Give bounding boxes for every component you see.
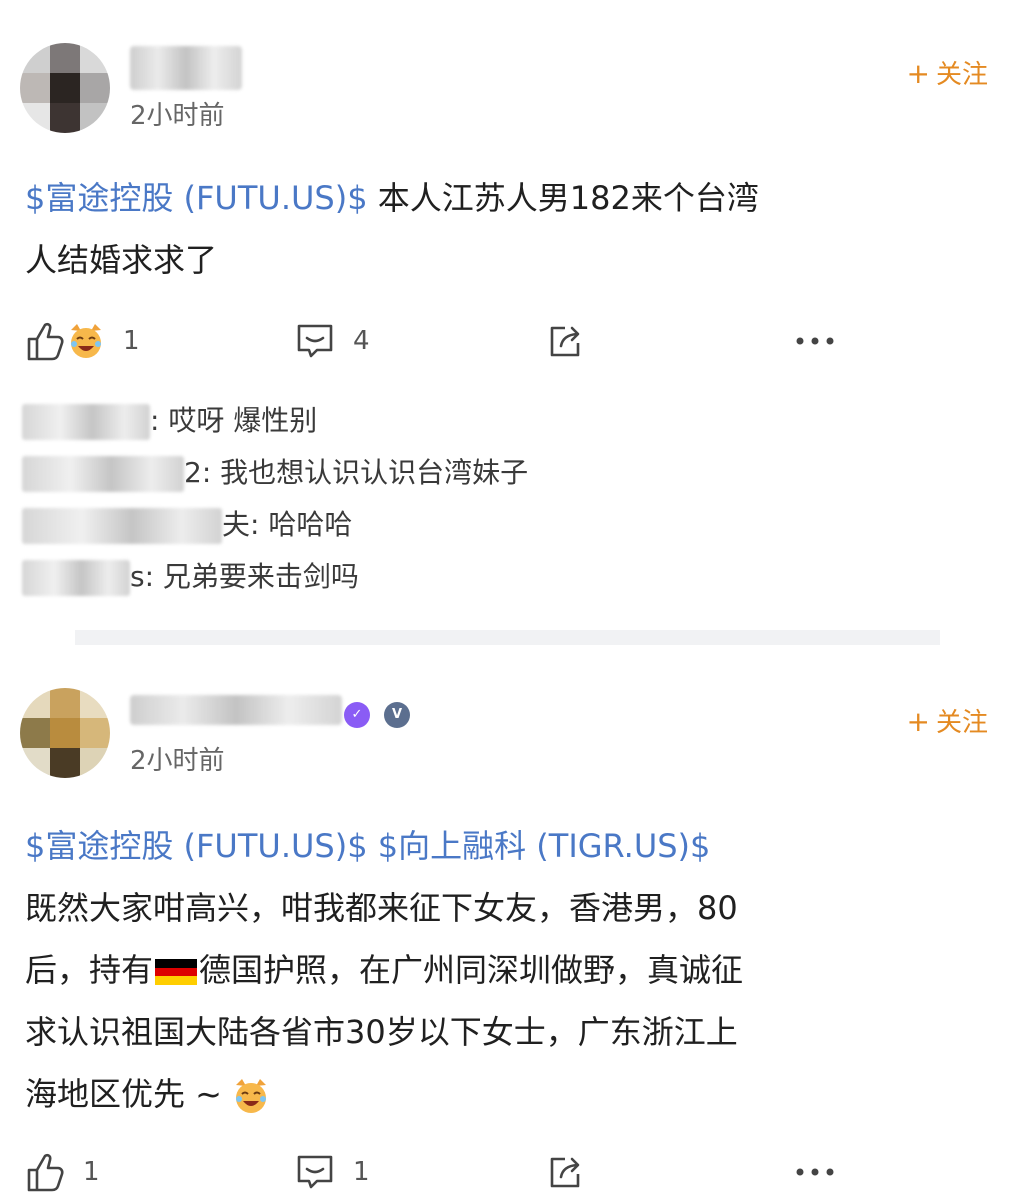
commenter-name-tail: s [130,560,145,593]
thumbs-up-icon [27,1153,64,1192]
like-button[interactable]: 1 [25,316,140,366]
user-avatar[interactable] [20,688,110,778]
username-blurred[interactable] [130,46,242,90]
share-icon [550,1157,580,1188]
follow-button[interactable]: + 关注 [907,702,988,739]
stock-tag-link[interactable]: $富途控股 (FUTU.US)$ [25,179,368,217]
user-avatar[interactable] [20,43,110,133]
commenter-name-blurred [22,456,184,492]
laughing-cat-emoji-icon [71,324,101,358]
plus-icon: + [906,57,930,90]
comment-text: : 哎呀 爆性别 [150,404,318,437]
laughing-cat-emoji-icon [236,1079,267,1113]
like-count: 1 [83,1157,100,1187]
verified-badge-icon: ✓ [344,702,370,728]
comment-bubble-icon [297,1155,333,1189]
post-text-line: 后，持有 [25,951,154,989]
vip-badge-icon: V [384,702,410,728]
post-text-line: 求认识祖国大陆各省市30岁以下女士，广东浙江上 [25,1013,738,1051]
feed-page: 2小时前 + 关注 $富途控股 (FUTU.US)$ 本人江苏人男182来个台湾 … [0,0,1023,1200]
follow-label: 关注 [935,60,988,90]
comment-text: : 哈哈哈 [250,508,353,541]
post-timestamp: 2小时前 [130,101,225,131]
germany-flag-icon [155,959,198,985]
stock-tag-link[interactable]: $向上融科 (TIGR.US)$ [378,827,711,865]
comment-count: 4 [353,326,370,356]
more-dots-icon [796,1168,834,1176]
comment-button[interactable]: 4 [295,316,370,366]
commenter-name-blurred [22,508,222,544]
post-text-line: 海地区优先 ~ [25,1075,222,1113]
username-blurred[interactable] [130,695,342,725]
like-count: 1 [123,326,140,356]
comment-text: : 兄弟要来击剑吗 [144,560,359,593]
post-text-line: 本人江苏人男182来个台湾 [367,179,759,217]
comment-item[interactable]: 夫: 哈哈哈 [22,499,842,551]
follow-label: 关注 [935,708,988,738]
more-dots-icon [796,337,834,345]
post-divider [75,630,940,645]
share-icon [550,326,580,357]
commenter-name-blurred [22,560,130,596]
comment-item[interactable]: : 哎呀 爆性别 [22,395,842,447]
comment-list: : 哎呀 爆性别 2: 我也想认识认识台湾妹子 夫: 哈哈哈 s: 兄弟要来击剑… [22,395,842,603]
post-body: $富途控股 (FUTU.US)$ $向上融科 (TIGR.US)$ 既然大家咁高… [25,815,845,1125]
share-button[interactable] [545,1147,585,1197]
post-body: $富途控股 (FUTU.US)$ 本人江苏人男182来个台湾 人结婚求求了 [25,167,845,291]
comment-button[interactable]: 1 [295,1147,370,1197]
post-text-line: 既然大家咁高兴，咁我都来征下女友，香港男，80 [25,889,738,927]
comment-text: : 我也想认识认识台湾妹子 [201,456,529,489]
more-options-button[interactable] [795,316,835,366]
comment-item[interactable]: s: 兄弟要来击剑吗 [22,551,842,603]
commenter-name-tail: 2 [184,456,202,489]
comment-bubble-icon [297,324,333,358]
commenter-name-blurred [22,404,150,440]
share-button[interactable] [545,316,585,366]
post-actions: 1 1 [25,1147,845,1197]
like-button[interactable]: 1 [25,1147,100,1197]
thumbs-up-icon [27,322,64,361]
plus-icon: + [906,705,930,738]
flag-stripe-gold [155,976,198,985]
commenter-name-tail: 夫 [222,508,251,541]
flag-stripe-black [155,959,198,968]
stock-tag-link[interactable]: $富途控股 (FUTU.US)$ [25,827,368,865]
post-actions: 1 4 [25,316,845,366]
post-text-line: 德国护照，在广州同深圳做野，真诚征 [199,951,744,989]
follow-button[interactable]: + 关注 [907,54,988,91]
more-options-button[interactable] [795,1147,835,1197]
post-timestamp: 2小时前 [130,746,225,776]
comment-item[interactable]: 2: 我也想认识认识台湾妹子 [22,447,842,499]
post-text-line: 人结婚求求了 [25,241,218,279]
flag-stripe-red [155,967,198,977]
comment-count: 1 [353,1157,370,1187]
